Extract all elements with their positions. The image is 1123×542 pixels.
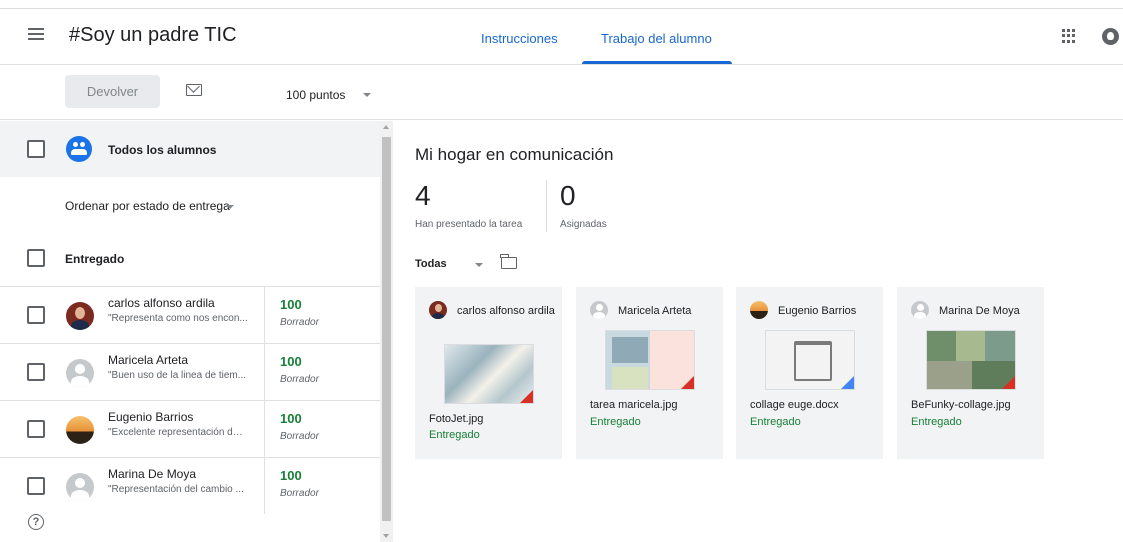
student-list-panel: Todos los alumnos Ordenar por estado de … xyxy=(0,121,393,542)
avatar xyxy=(429,301,447,319)
student-row[interactable]: Maricela Arteta "Buen uso de la linea de… xyxy=(0,343,380,400)
grade-status: Borrador xyxy=(280,431,319,442)
student-checkbox[interactable] xyxy=(27,477,45,495)
attachment-filename[interactable]: collage euge.docx xyxy=(750,399,839,411)
student-comment: "Representa como nos encon... xyxy=(108,313,248,324)
student-checkbox[interactable] xyxy=(27,420,45,438)
select-all-checkbox[interactable] xyxy=(27,140,45,158)
scroll-up-icon[interactable] xyxy=(383,125,389,129)
student-list-scrollbar[interactable] xyxy=(380,121,393,542)
apps-icon[interactable] xyxy=(1062,29,1076,43)
chevron-down-icon[interactable] xyxy=(475,263,483,267)
attachment-filename[interactable]: tarea maricela.jpg xyxy=(590,399,677,411)
turned-in-count: 4 xyxy=(415,180,431,211)
account-icon[interactable] xyxy=(1102,28,1119,45)
attachment-thumbnail[interactable] xyxy=(444,344,534,404)
tab-instrucciones[interactable]: Instrucciones xyxy=(481,31,558,46)
student-comment: "Excelente representación del... xyxy=(108,427,248,438)
stat-divider xyxy=(546,180,547,232)
all-students-row[interactable]: Todos los alumnos xyxy=(0,121,380,177)
grade-status: Borrador xyxy=(280,488,319,499)
attachment-thumbnail[interactable] xyxy=(926,330,1016,390)
submission-status: Entregado xyxy=(590,416,641,428)
card-student-name: Eugenio Barrios xyxy=(778,305,857,317)
turned-in-label: Han presentado la tarea xyxy=(415,219,523,230)
grade-value[interactable]: 100 xyxy=(280,411,302,426)
folder-icon[interactable] xyxy=(500,254,517,269)
card-student-name: carlos alfonso ardila xyxy=(457,305,555,317)
tab-trabajo-del-alumno[interactable]: Trabajo del alumno xyxy=(601,31,712,46)
app-header: #Soy un padre TIC Instrucciones Trabajo … xyxy=(0,9,1123,65)
column-divider xyxy=(264,344,265,400)
column-divider xyxy=(264,458,265,514)
assigned-label: Asignadas xyxy=(560,219,607,230)
scroll-thumb[interactable] xyxy=(382,137,391,521)
submission-card[interactable]: Maricela Arteta tarea maricela.jpg Entre… xyxy=(576,287,723,459)
grading-toolbar: Devolver 100 puntos xyxy=(0,66,1123,120)
attachment-filename[interactable]: BeFunky-collage.jpg xyxy=(911,399,1011,411)
student-comment: "Representación del cambio ... xyxy=(108,484,244,495)
scroll-down-icon[interactable] xyxy=(383,534,389,538)
chevron-down-icon[interactable] xyxy=(226,205,234,209)
student-checkbox[interactable] xyxy=(27,363,45,381)
assigned-count: 0 xyxy=(560,180,576,211)
card-student-name: Marina De Moya xyxy=(939,305,1020,317)
section-checkbox[interactable] xyxy=(27,249,45,267)
student-name: Maricela Arteta xyxy=(108,353,189,367)
return-button[interactable]: Devolver xyxy=(65,75,160,108)
avatar xyxy=(750,301,768,319)
student-row[interactable]: carlos alfonso ardila "Representa como n… xyxy=(0,286,380,343)
assignment-title: Mi hogar en comunicación xyxy=(415,145,614,164)
grade-value[interactable]: 100 xyxy=(280,297,302,312)
submission-card[interactable]: Eugenio Barrios collage euge.docx Entreg… xyxy=(736,287,883,459)
student-name: carlos alfonso ardila xyxy=(108,296,215,310)
student-name: Marina De Moya xyxy=(108,467,197,481)
avatar xyxy=(66,416,94,444)
sort-select[interactable]: Ordenar por estado de entrega xyxy=(65,199,230,213)
filter-select[interactable]: Todas xyxy=(415,258,447,270)
student-row[interactable]: Marina De Moya "Representación del cambi… xyxy=(0,457,380,514)
student-row[interactable]: Eugenio Barrios "Excelente representació… xyxy=(0,400,380,457)
submission-status: Entregado xyxy=(750,416,801,428)
grade-value[interactable]: 100 xyxy=(280,468,302,483)
all-students-label: Todos los alumnos xyxy=(108,143,217,157)
grade-value[interactable]: 100 xyxy=(280,354,302,369)
avatar xyxy=(911,301,929,319)
column-divider xyxy=(264,287,265,343)
submission-card[interactable]: Marina De Moya BeFunky-collage.jpg Entre… xyxy=(897,287,1044,459)
email-icon[interactable] xyxy=(186,84,202,96)
points-select[interactable]: 100 puntos xyxy=(286,88,345,102)
help-icon[interactable]: ? xyxy=(28,514,44,530)
avatar xyxy=(66,473,94,501)
student-name: Eugenio Barrios xyxy=(108,410,194,424)
attachment-thumbnail[interactable] xyxy=(605,330,695,390)
avatar xyxy=(66,359,94,387)
attachment-filename[interactable]: FotoJet.jpg xyxy=(429,413,483,425)
grade-status: Borrador xyxy=(280,374,319,385)
card-student-name: Maricela Arteta xyxy=(618,305,692,317)
submission-card[interactable]: carlos alfonso ardila FotoJet.jpg Entreg… xyxy=(415,287,562,459)
chevron-down-icon[interactable] xyxy=(363,93,371,97)
group-icon xyxy=(66,136,92,162)
student-comment: "Buen uso de la linea de tiem... xyxy=(108,370,247,381)
course-title[interactable]: #Soy un padre TIC xyxy=(69,24,237,47)
section-label-entregado: Entregado xyxy=(65,252,125,266)
menu-icon[interactable] xyxy=(28,28,44,40)
attachment-thumbnail[interactable] xyxy=(765,330,855,390)
student-checkbox[interactable] xyxy=(27,306,45,324)
submission-status: Entregado xyxy=(911,416,962,428)
column-divider xyxy=(264,401,265,457)
active-tab-indicator xyxy=(582,61,732,64)
grade-status: Borrador xyxy=(280,317,319,328)
submission-status: Entregado xyxy=(429,429,480,441)
avatar xyxy=(66,302,94,330)
avatar xyxy=(590,301,608,319)
